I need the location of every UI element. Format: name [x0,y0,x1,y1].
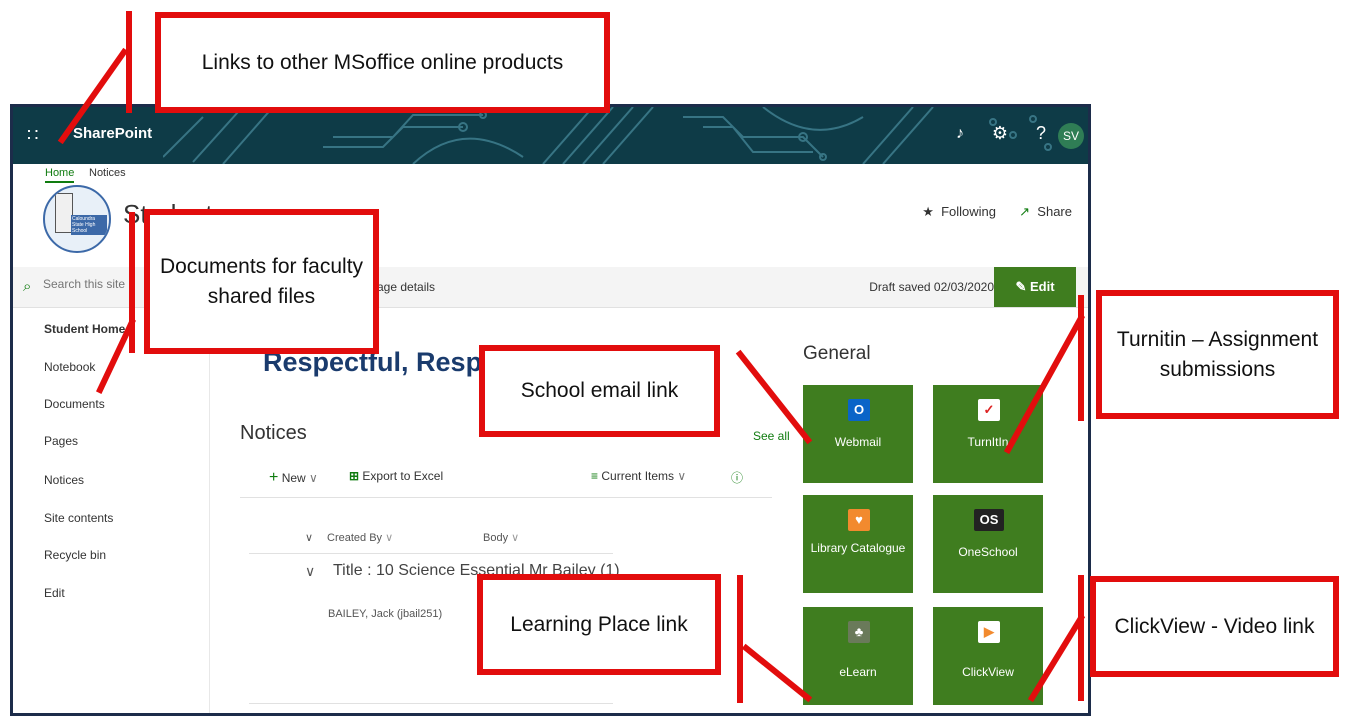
turnitin-icon: ✓ [978,399,1000,421]
plus-icon: + [269,469,279,486]
nav-recycle-bin[interactable]: Recycle bin [44,548,106,562]
draft-status: Draft saved 02/03/2020 [869,280,994,294]
library-icon: ♥ [848,509,870,531]
notifications-bell-icon[interactable]: ♪ [956,125,964,143]
app-launcher-icon[interactable]: ∷ [27,126,45,144]
breadcrumb-notices[interactable]: Notices [89,167,126,179]
pencil-icon: ✎ [1015,279,1027,294]
group-collapse-chevron-icon[interactable]: ∨ [305,563,315,580]
notices-web-part-title: Notices [240,422,307,444]
callout-msoffice-links: Links to other MSoffice online products [155,12,610,113]
callout-turnitin: Turnitin – Assignment submissions [1096,290,1339,419]
nav-pages[interactable]: Pages [44,434,78,448]
site-navigation: Student Home Notebook Documents Pages No… [13,308,210,713]
see-all-link[interactable]: See all [753,429,790,443]
share-icon: ↗ [1019,204,1031,219]
school-logo-text: Caloundra State High School [71,215,107,235]
list-divider [249,553,613,554]
nav-site-contents[interactable]: Site contents [44,511,113,525]
tile-oneschool[interactable]: OS OneSchool [933,495,1043,593]
tile-library-catalogue[interactable]: ♥ Library Catalogue [803,495,913,593]
chevron-down-icon: ∨ [309,471,318,485]
elearn-icon: ♣ [848,621,870,643]
callout-learning-place: Learning Place link [477,574,721,675]
school-logo[interactable]: Caloundra State High School [43,185,111,253]
general-section-title: General [803,343,871,364]
search-input[interactable] [43,277,133,291]
excel-icon: ⊞ [349,469,360,483]
info-icon[interactable]: ⓘ [731,469,743,486]
edit-button[interactable]: ✎ Edit [994,267,1076,307]
column-header-created-by[interactable]: Created By ∨ [327,531,393,544]
callout-clickview: ClickView - Video link [1090,576,1339,677]
view-selector[interactable]: ≡ Current Items ∨ [591,469,686,483]
list-divider [249,703,613,704]
list-divider [240,497,772,498]
breadcrumb-home[interactable]: Home [45,167,75,183]
tile-clickview[interactable]: ▶ ClickView [933,607,1043,705]
nav-documents[interactable]: Documents [44,397,105,411]
notice-creator: BAILEY, Jack (jbail251) [328,608,443,620]
suite-bar: ∷ SharePoint ♪ ⚙ ? SV [13,107,1088,164]
tile-webmail[interactable]: O Webmail [803,385,913,483]
clickview-icon: ▶ [978,621,1000,643]
oneschool-icon: OS [974,509,1004,531]
following-button[interactable]: ★ Following [922,204,996,220]
sharepoint-brand[interactable]: SharePoint [73,125,152,142]
star-icon: ★ [922,204,934,219]
tile-elearn[interactable]: ♣ eLearn [803,607,913,705]
filter-lines-icon: ≡ [591,469,599,483]
column-header-body[interactable]: Body ∨ [483,531,519,544]
callout-documents: Documents for faculty shared files [144,209,379,354]
chevron-down-icon: ∨ [677,469,687,483]
nav-notices[interactable]: Notices [44,473,84,487]
export-to-excel-button[interactable]: ⊞ Export to Excel [349,469,443,483]
settings-gear-icon[interactable]: ⚙ [992,123,1008,144]
callout-school-email: School email link [479,345,720,437]
share-button[interactable]: ↗ Share [1019,204,1072,220]
nav-edit[interactable]: Edit [44,586,65,600]
help-icon[interactable]: ? [1036,123,1046,144]
search-icon: ⌕ [23,278,32,295]
nav-student-home[interactable]: Student Home [44,322,125,336]
expand-all-chevron-icon[interactable]: ∨ [305,531,313,544]
user-avatar[interactable]: SV [1058,123,1084,149]
nav-notebook[interactable]: Notebook [44,360,95,374]
tile-turnitin[interactable]: ✓ TurnItIn [933,385,1043,483]
circuit-pattern-decoration [163,107,1052,164]
outlook-icon: O [848,399,870,421]
new-item-button[interactable]: + New ∨ [269,469,318,487]
